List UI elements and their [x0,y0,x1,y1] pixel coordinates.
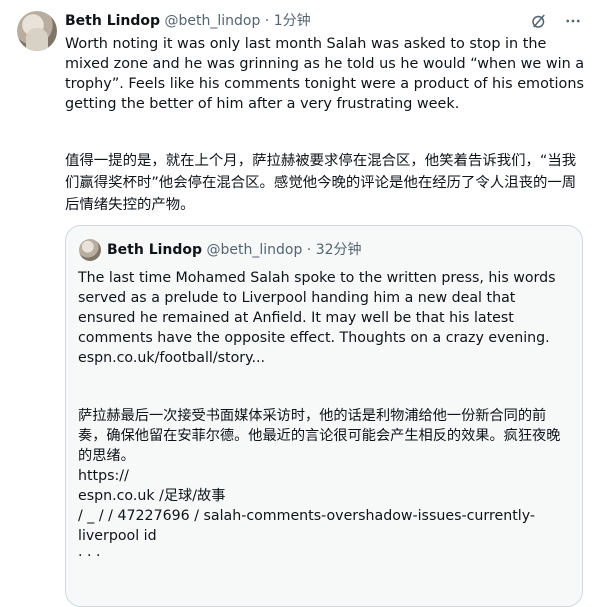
quoted-english-block: The last time Mohamed Salah spoke to the… [78,268,568,368]
tweet-time[interactable]: 1分钟 [274,13,311,29]
quoted-url-line-2: espn.co.uk /足球/故事 [78,488,226,504]
quoted-author-avatar [79,239,101,261]
tweet-header: Beth Lindop @beth_lindop · 1分钟 [65,11,311,31]
meta-separator: · [260,13,274,29]
more-icon[interactable] [563,11,583,31]
quoted-tweet-time: 32分钟 [315,242,362,258]
author-handle[interactable]: @beth_lindop [165,13,261,29]
grok-icon[interactable] [529,11,549,31]
quoted-url-line-1: https:// [78,468,129,484]
author-name[interactable]: Beth Lindop [65,13,160,29]
quoted-meta-separator: · [302,242,316,258]
author-avatar[interactable] [17,11,57,51]
tweet-actions [529,11,583,31]
quoted-author-name: Beth Lindop [107,242,203,258]
quoted-tweet-header: Beth Lindop @beth_lindop · 32分钟 [107,240,362,260]
quoted-link[interactable]: espn.co.uk/football/story... [78,348,568,368]
quoted-chinese-text: 萨拉赫最后一次接受书面媒体采访时，他的话是利物浦给他一份新合同的前奏，确保他留在… [78,408,561,464]
quoted-tweet-card[interactable]: Beth Lindop @beth_lindop · 32分钟 The last… [65,225,583,607]
quoted-english-text: The last time Mohamed Salah spoke to the… [78,270,556,346]
tweet-chinese-text: 值得一提的是，就在上个月，萨拉赫被要求停在混合区，他笑着告诉我们，“当我们赢得奖… [65,153,577,213]
quoted-chinese-block: 萨拉赫最后一次接受书面媒体采访时，他的话是利物浦给他一份新合同的前奏，确保他留在… [78,406,568,566]
tweet-english-text: Worth noting it was only last month Sala… [65,36,585,112]
quoted-url-line-3: / _ / / 47227696 / salah-comments-oversh… [78,508,535,544]
quoted-ellipsis: · · · [78,548,101,564]
quoted-author-handle: @beth_lindop [206,242,303,258]
